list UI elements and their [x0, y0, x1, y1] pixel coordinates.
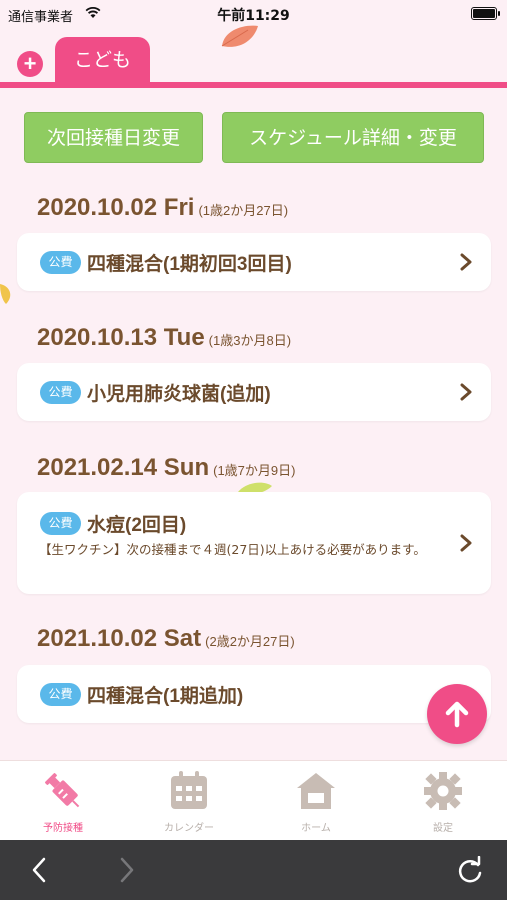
- bottom-tab-bar: 予防接種 カレンダー ホーム 設定: [0, 760, 507, 840]
- tab-home[interactable]: ホーム: [253, 761, 379, 841]
- tab-label: ホーム: [301, 823, 331, 834]
- age-label: (1歳3か月8日): [208, 333, 292, 348]
- schedule-date-heading: 2021.10.02 Sat (2歳2か月27日): [37, 625, 295, 653]
- schedule-date: 2020.10.13 Tue: [37, 324, 205, 351]
- gear-icon: [424, 772, 462, 810]
- public-expense-badge: 公費: [40, 381, 81, 404]
- battery-icon: [471, 7, 500, 20]
- next-date-change-button[interactable]: 次回接種日変更: [24, 112, 203, 163]
- leaf-decoration-icon: [221, 25, 258, 47]
- vaccine-name: 水痘(2回目): [87, 515, 187, 536]
- tab-child[interactable]: こども: [55, 37, 150, 87]
- tab-label: 予防接種: [43, 823, 83, 834]
- chevron-right-icon: [460, 534, 472, 552]
- vaccine-card[interactable]: 公費 小児用肺炎球菌(追加): [17, 363, 491, 421]
- scroll-to-top-button[interactable]: [427, 684, 487, 744]
- vaccine-name: 小児用肺炎球菌(追加): [87, 384, 271, 405]
- chevron-right-icon: [460, 253, 472, 271]
- public-expense-badge: 公費: [40, 512, 81, 535]
- house-icon: [297, 773, 335, 809]
- add-child-button[interactable]: +: [17, 51, 43, 77]
- arrow-up-icon: [445, 701, 469, 728]
- schedule-list[interactable]: 次回接種日変更 スケジュール詳細・変更 2020.10.02 Fri (1歳2か月…: [0, 90, 507, 760]
- chevron-right-icon: [460, 383, 472, 401]
- reload-icon[interactable]: [455, 856, 485, 886]
- tab-label: 設定: [433, 823, 453, 834]
- tab-settings[interactable]: 設定: [380, 761, 506, 841]
- schedule-date-heading: 2021.02.14 Sun (1歳7か月9日): [37, 454, 295, 482]
- schedule-detail-button[interactable]: スケジュール詳細・変更: [222, 112, 484, 163]
- schedule-date: 2020.10.02 Fri: [37, 194, 195, 221]
- age-label: (1歳7か月9日): [213, 463, 296, 478]
- public-expense-badge: 公費: [40, 683, 81, 706]
- schedule-date: 2021.02.14 Sun: [37, 454, 210, 481]
- vaccine-card[interactable]: 公費 四種混合(1期初回3回目): [17, 233, 491, 291]
- vaccine-card[interactable]: 公費 四種混合(1期追加): [17, 665, 491, 723]
- syringe-icon: [45, 773, 80, 808]
- age-label: (2歳2か月27日): [205, 634, 295, 649]
- tab-calendar[interactable]: カレンダー: [126, 761, 252, 841]
- chevron-left-icon[interactable]: [30, 857, 48, 883]
- public-expense-badge: 公費: [40, 251, 81, 274]
- vaccine-card[interactable]: 公費 水痘(2回目) 【生ワクチン】次の接種まで４週(27日)以上あける必要があ…: [17, 492, 491, 594]
- schedule-date-heading: 2020.10.02 Fri (1歳2か月27日): [37, 194, 288, 222]
- age-label: (1歳2か月27日): [198, 203, 289, 218]
- plus-icon: +: [23, 51, 37, 76]
- vaccine-name: 四種混合(1期初回3回目): [87, 254, 292, 275]
- schedule-date-heading: 2020.10.13 Tue (1歳3か月8日): [37, 324, 291, 352]
- chevron-right-icon[interactable]: [118, 857, 136, 883]
- tab-vaccination[interactable]: 予防接種: [0, 761, 126, 841]
- vaccine-name: 四種混合(1期追加): [87, 686, 244, 707]
- tab-label: カレンダー: [164, 823, 214, 834]
- vaccine-note: 【生ワクチン】次の接種まで４週(27日)以上あける必要があります。: [39, 542, 426, 557]
- calendar-icon: [171, 771, 207, 809]
- browser-toolbar: [0, 840, 507, 900]
- tab-underline: [0, 82, 507, 88]
- schedule-date: 2021.10.02 Sat: [37, 625, 202, 652]
